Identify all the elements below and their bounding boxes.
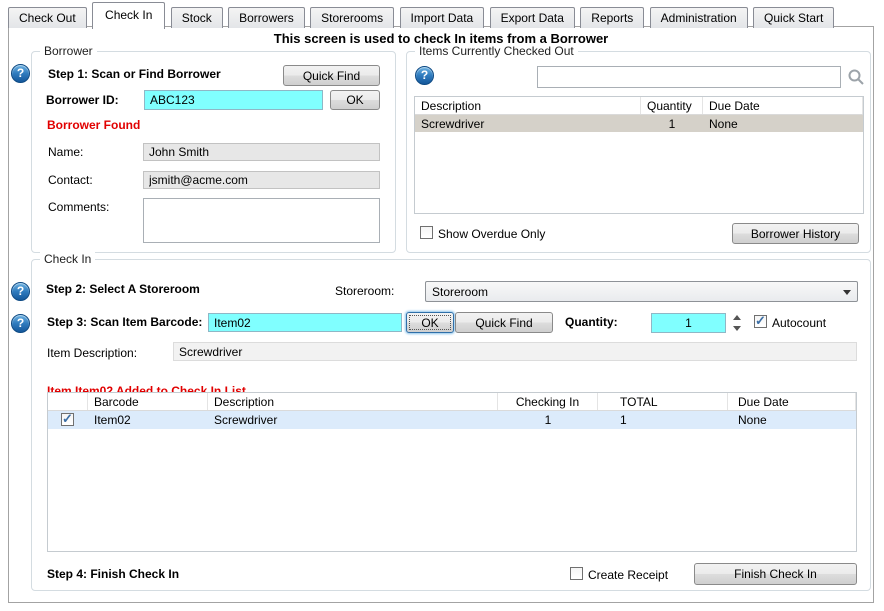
table-row[interactable]: Screwdriver 1 None: [415, 115, 863, 132]
barcode-ok-button[interactable]: OK: [406, 312, 454, 333]
quantity-stepper[interactable]: [730, 313, 744, 333]
cell-due-date: None: [703, 115, 863, 132]
show-overdue-only-label: Show Overdue Only: [438, 227, 545, 241]
show-overdue-only-checkbox[interactable]: [420, 226, 433, 239]
chevron-down-icon: [843, 290, 851, 295]
borrower-ok-button[interactable]: OK: [330, 90, 380, 110]
cell-description: Screwdriver: [208, 411, 498, 429]
column-header-due-date[interactable]: Due Date: [728, 393, 856, 410]
autocount-checkbox[interactable]: [754, 315, 767, 328]
storeroom-label: Storeroom:: [335, 284, 394, 298]
cell-description: Screwdriver: [415, 115, 641, 132]
cell-total: 1: [598, 411, 728, 429]
cell-select: [48, 411, 88, 429]
comments-label: Comments:: [48, 200, 109, 214]
step2-label: Step 2: Select A Storeroom: [46, 282, 200, 296]
column-header-barcode[interactable]: Barcode: [88, 393, 208, 410]
check-in-group: Check In Step 2: Select A Storeroom Stor…: [31, 259, 871, 591]
borrower-group-label: Borrower: [40, 44, 97, 58]
cell-checking-in: 1: [498, 411, 598, 429]
storeroom-selected-value: Storeroom: [432, 285, 488, 299]
items-checked-out-table: Description Quantity Due Date Screwdrive…: [414, 96, 864, 214]
table-row[interactable]: Item02 Screwdriver 1 1 None: [48, 411, 856, 429]
column-header-checking-in[interactable]: Checking In: [498, 393, 598, 410]
tab-quick-start[interactable]: Quick Start: [753, 7, 834, 28]
tab-stock[interactable]: Stock: [171, 7, 223, 28]
item-description-field: [173, 342, 857, 361]
check-in-group-label: Check In: [40, 252, 95, 266]
finish-check-in-button[interactable]: Finish Check In: [694, 563, 857, 585]
cell-barcode: Item02: [88, 411, 208, 429]
create-receipt-label: Create Receipt: [588, 568, 668, 582]
create-receipt-checkbox[interactable]: [570, 567, 583, 580]
tab-bar: Check Out Check In Stock Borrowers Store…: [8, 2, 836, 27]
contact-field: [143, 171, 380, 189]
comments-input[interactable]: [143, 198, 380, 243]
name-field: [143, 143, 380, 161]
borrower-group: Borrower Step 1: Scan or Find Borrower Q…: [31, 51, 396, 253]
quantity-label: Quantity:: [565, 315, 618, 329]
check-in-table: Barcode Description Checking In TOTAL Du…: [47, 392, 857, 552]
help-icon[interactable]: ?: [11, 64, 30, 83]
borrower-id-input[interactable]: [144, 90, 323, 110]
step1-label: Step 1: Scan or Find Borrower: [48, 67, 221, 81]
table-header-row: Barcode Description Checking In TOTAL Du…: [48, 393, 856, 411]
table-header-row: Description Quantity Due Date: [415, 97, 863, 115]
tab-administration[interactable]: Administration: [650, 7, 748, 28]
spinner-up-icon[interactable]: [733, 315, 741, 320]
help-icon[interactable]: ?: [11, 282, 30, 301]
column-header-quantity[interactable]: Quantity: [641, 97, 703, 114]
column-header-description[interactable]: Description: [415, 97, 641, 114]
quick-find-item-button[interactable]: Quick Find: [455, 312, 553, 333]
autocount-label: Autocount: [772, 316, 826, 330]
step4-label: Step 4: Finish Check In: [47, 567, 179, 581]
item-description-label: Item Description:: [47, 346, 137, 360]
help-icon[interactable]: ?: [11, 314, 30, 333]
column-header-description[interactable]: Description: [208, 393, 498, 410]
help-icon[interactable]: ?: [415, 66, 434, 85]
storeroom-dropdown[interactable]: Storeroom: [425, 281, 858, 302]
tab-reports[interactable]: Reports: [580, 7, 644, 28]
tab-import-data[interactable]: Import Data: [400, 7, 485, 28]
tab-check-out[interactable]: Check Out: [8, 7, 87, 28]
column-header-due-date[interactable]: Due Date: [703, 97, 863, 114]
tab-borrowers[interactable]: Borrowers: [228, 7, 305, 28]
item-barcode-input[interactable]: [208, 313, 402, 332]
items-checked-out-group-label: Items Currently Checked Out: [415, 44, 578, 58]
borrower-status-text: Borrower Found: [47, 118, 140, 132]
borrower-history-button[interactable]: Borrower History: [732, 223, 859, 244]
spinner-down-icon[interactable]: [733, 326, 741, 331]
tab-check-in[interactable]: Check In: [92, 2, 165, 29]
contact-label: Contact:: [48, 173, 93, 187]
quantity-input[interactable]: [651, 313, 726, 333]
row-select-checkbox[interactable]: [61, 413, 74, 426]
tab-storerooms[interactable]: Storerooms: [310, 7, 394, 28]
check-in-page: This screen is used to check In items fr…: [8, 26, 874, 603]
items-search-input[interactable]: [537, 66, 841, 88]
column-header-select[interactable]: [48, 393, 88, 410]
items-checked-out-group: Items Currently Checked Out ? Descriptio…: [406, 51, 871, 253]
name-label: Name:: [48, 145, 83, 159]
search-icon[interactable]: [847, 68, 865, 86]
cell-quantity: 1: [641, 115, 703, 132]
borrower-id-label: Borrower ID:: [46, 93, 119, 107]
column-header-total[interactable]: TOTAL: [598, 393, 728, 410]
tab-export-data[interactable]: Export Data: [490, 7, 575, 28]
quick-find-borrower-button[interactable]: Quick Find: [283, 65, 380, 86]
step3-label: Step 3: Scan Item Barcode:: [47, 315, 202, 329]
cell-due-date: None: [728, 411, 856, 429]
